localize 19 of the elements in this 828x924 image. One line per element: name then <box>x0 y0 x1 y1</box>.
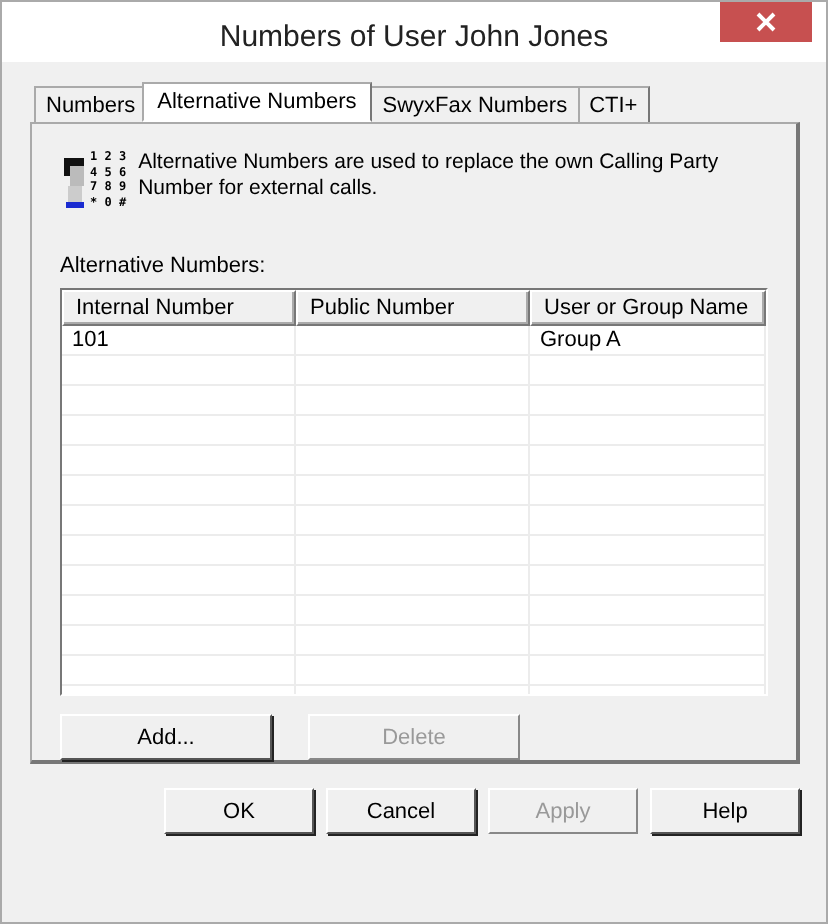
close-icon <box>756 12 776 32</box>
close-button[interactable] <box>720 2 812 42</box>
window-title: Numbers of User John Jones <box>219 19 609 53</box>
column-header[interactable]: User or Group Name <box>530 290 766 326</box>
tab[interactable]: Alternative Numbers <box>141 82 373 122</box>
tab[interactable]: Numbers <box>34 86 148 122</box>
tab[interactable]: SwyxFax Numbers <box>370 86 580 122</box>
button[interactable]: OK <box>164 788 314 834</box>
list-label: Alternative Numbers: <box>60 254 268 278</box>
column-header[interactable]: Public Number <box>296 290 530 326</box>
person-icon <box>60 154 88 210</box>
description-text: Alternative Numbers are used to replace the own Calling Party Number for external calls. <box>138 150 721 202</box>
button[interactable]: Help <box>650 788 800 834</box>
tab[interactable]: CTI+ <box>577 86 650 122</box>
button[interactable]: Cancel <box>326 788 476 834</box>
table-cell: Group A <box>530 326 766 354</box>
table-cell: 101 <box>62 326 296 354</box>
column-header[interactable]: Internal Number <box>62 290 296 326</box>
button[interactable]: Add... <box>60 714 272 760</box>
